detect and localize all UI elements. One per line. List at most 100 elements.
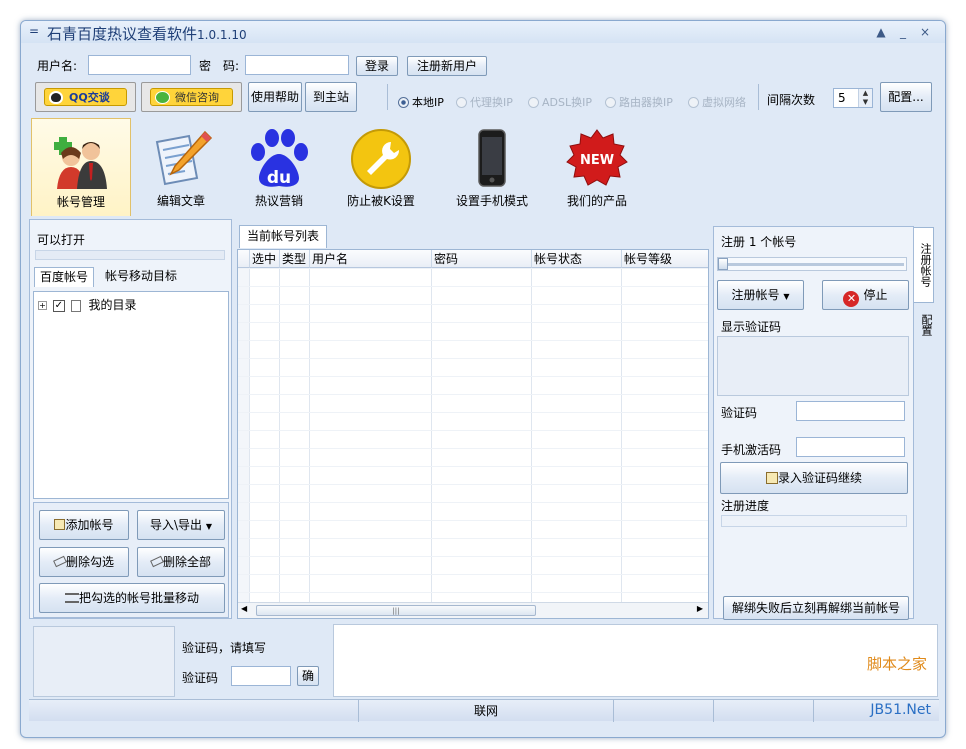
ribbon-edit-article[interactable]: 编辑文章 (133, 118, 229, 216)
table-row[interactable] (238, 574, 708, 592)
wechat-consult-button[interactable]: 微信咨询 (141, 82, 242, 112)
interval-stepper[interactable]: 5 ▲ ▼ (833, 88, 873, 108)
table-row[interactable] (238, 466, 708, 484)
table-row[interactable] (238, 538, 708, 556)
batch-move-button[interactable]: 把勾选的帐号批量移动 (39, 583, 225, 613)
table-row[interactable] (238, 358, 708, 376)
sms-code-input[interactable] (796, 437, 905, 457)
tree-node-root[interactable]: + ✓ 我的目录 (38, 296, 137, 312)
ribbon-hot-marketing[interactable]: du 热议营销 (231, 118, 327, 216)
radio-router-ip[interactable]: 路由器换IP (605, 94, 673, 110)
captcha-label: 验证码 (721, 406, 758, 420)
home-site-button[interactable]: 到主站 (305, 82, 357, 112)
radio-adsl-ip[interactable]: ADSL换IP (528, 94, 592, 110)
table-row[interactable] (238, 286, 708, 304)
table-row[interactable] (238, 412, 708, 430)
baidu-du-icon: du (251, 129, 308, 188)
table-row[interactable] (238, 394, 708, 412)
bottom-captcha-label: 验证码 (182, 671, 219, 685)
table-row[interactable] (238, 556, 708, 574)
col-header-password[interactable]: 密码 (432, 250, 532, 268)
import-export-button[interactable]: 导入\导出 ▼ (137, 510, 225, 540)
new-badge-icon: NEW (566, 129, 628, 186)
ribbon-account-manage[interactable]: 帐号管理 (31, 118, 131, 216)
table-row[interactable] (238, 304, 708, 322)
col-header-type[interactable]: 类型 (280, 250, 310, 268)
qq-penguin-icon (49, 91, 63, 104)
col-header-level[interactable]: 帐号等级 (622, 250, 708, 268)
side-tab-config[interactable]: 配置 (914, 305, 934, 345)
svg-text:du: du (267, 168, 291, 188)
account-grid: 选中 类型 用户名 密码 帐号状态 帐号等级 ◀ ||| ▶ (237, 249, 709, 619)
wechat-consult-label: 微信咨询 (150, 88, 233, 106)
col-header-select[interactable]: 选中 (250, 250, 280, 268)
register-user-button[interactable]: 注册新用户 (407, 56, 487, 76)
help-button[interactable]: 使用帮助 (248, 82, 302, 112)
scroll-left-icon[interactable]: ◀ (241, 604, 247, 613)
eraser-icon (53, 555, 67, 568)
password-label: 密 码: (199, 59, 240, 73)
expand-icon[interactable]: + (38, 301, 47, 310)
side-tab-register[interactable]: 注册帐号 (914, 227, 934, 303)
pencil-icon (765, 472, 778, 484)
delete-checked-button[interactable]: 删除勾选 (39, 547, 129, 577)
col-header-username[interactable]: 用户名 (310, 250, 432, 268)
system-menu-icon[interactable]: = (29, 24, 39, 38)
move-icon (64, 593, 79, 603)
table-row[interactable] (238, 448, 708, 466)
confirm-captcha-button[interactable]: 确 (297, 666, 319, 686)
table-row[interactable] (238, 376, 708, 394)
enter-captcha-continue-button[interactable]: 录入验证码继续 (720, 462, 908, 494)
table-row[interactable] (238, 502, 708, 520)
scroll-right-icon[interactable]: ▶ (697, 604, 703, 613)
captcha-input[interactable] (796, 401, 905, 421)
table-row[interactable] (238, 430, 708, 448)
scroll-thumb[interactable]: ||| (256, 605, 536, 616)
stop-button[interactable]: ✕ 停止 (822, 280, 909, 310)
table-row[interactable] (238, 484, 708, 502)
qq-chat-button[interactable]: QQ交谈 (35, 82, 136, 112)
add-account-button[interactable]: 添加帐号 (39, 510, 129, 540)
ribbon-our-products[interactable]: NEW 我们的产品 (547, 118, 647, 216)
checkbox-icon[interactable]: ✓ (52, 299, 65, 312)
radio-local-ip[interactable]: 本地IP (398, 94, 444, 110)
table-row[interactable] (238, 520, 708, 538)
tab-current-accounts[interactable]: 当前帐号列表 (239, 225, 327, 248)
collapse-icon[interactable]: ▲ (873, 24, 889, 40)
radio-proxy-ip[interactable]: 代理换IP (456, 94, 513, 110)
ribbon-label: 我们的产品 (566, 194, 627, 208)
radio-virtual-network[interactable]: 虚拟网络 (688, 94, 746, 110)
close-icon[interactable]: × (917, 24, 933, 40)
wrench-icon (351, 129, 411, 189)
horizontal-scrollbar[interactable]: ◀ ||| ▶ (238, 602, 708, 618)
ribbon-anti-k-settings[interactable]: 防止被K设置 (331, 118, 431, 216)
users-icon (54, 137, 107, 189)
register-count-slider[interactable] (717, 257, 907, 271)
table-row[interactable] (238, 322, 708, 340)
col-header-status[interactable]: 帐号状态 (532, 250, 622, 268)
table-row[interactable] (238, 268, 708, 286)
stepper-arrows-icon[interactable]: ▲ ▼ (858, 89, 872, 107)
password-input[interactable] (245, 55, 349, 75)
ribbon-phone-mode[interactable]: 设置手机模式 (437, 118, 547, 216)
bottom-captcha-image (33, 626, 175, 697)
unbind-retry-button[interactable]: 解绑失败后立刻再解绑当前帐号 (723, 596, 909, 620)
toolbar-divider (387, 84, 388, 110)
bottom-captcha-input[interactable] (231, 666, 291, 686)
register-account-button[interactable]: 注册帐号 ▼ (717, 280, 804, 310)
title-bar: = 石青百度热议查看软件1.0.1.10 ▲ _ × (21, 21, 945, 43)
window-title: 石青百度热议查看软件1.0.1.10 (47, 25, 247, 43)
tab-move-target[interactable]: 帐号移动目标 (99, 267, 183, 287)
minimize-icon[interactable]: _ (895, 24, 911, 40)
username-label: 用户名: (37, 59, 78, 73)
config-button[interactable]: 配置... (880, 82, 932, 112)
tab-baidu-accounts[interactable]: 百度帐号 (34, 267, 94, 287)
login-button[interactable]: 登录 (356, 56, 398, 76)
svg-text:NEW: NEW (580, 153, 614, 168)
watermark-text: 脚本之家 (866, 655, 927, 673)
delete-all-button[interactable]: 删除全部 (137, 547, 225, 577)
slider-thumb[interactable] (718, 258, 728, 270)
register-progress-bar (721, 515, 907, 527)
table-row[interactable] (238, 340, 708, 358)
username-input[interactable] (88, 55, 191, 75)
